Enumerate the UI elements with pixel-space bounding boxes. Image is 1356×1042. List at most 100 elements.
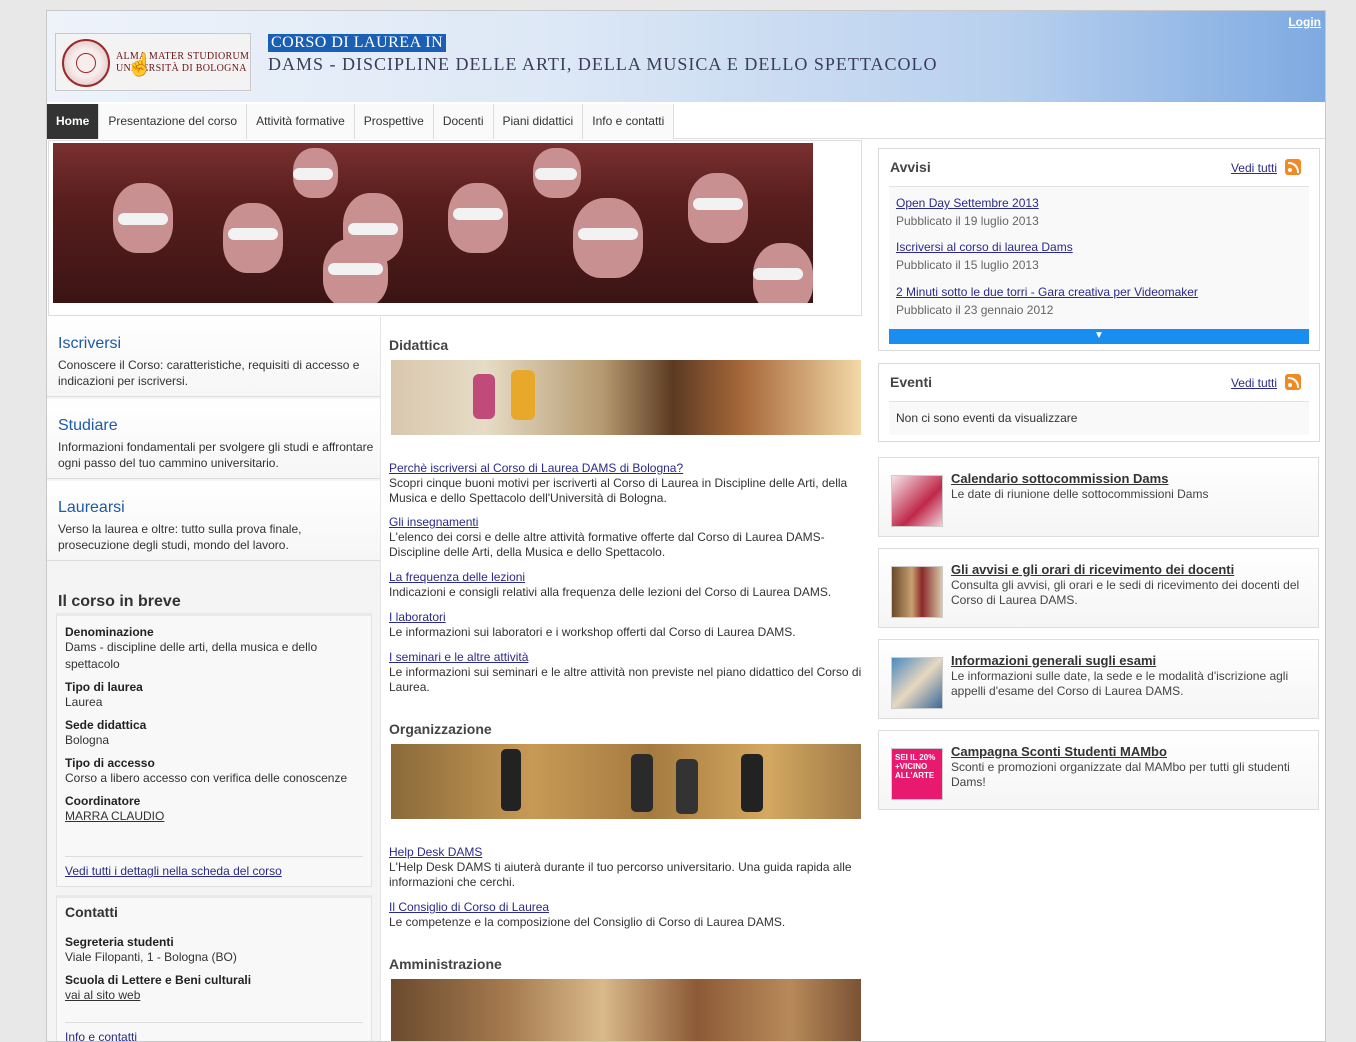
promo-title[interactable]: Laurearsi xyxy=(58,499,125,517)
promo-iscriversi[interactable]: Iscriversi Conoscere il Corso: caratteri… xyxy=(47,317,380,397)
entry-link[interactable]: Il Consiglio di Corso di Laurea xyxy=(389,900,863,915)
avviso-link[interactable]: Open Day Settembre 2013 xyxy=(896,196,1039,210)
field-label: Tipo di laurea xyxy=(65,680,143,694)
contatti-panel: Contatti Segreteria studenti Viale Filop… xyxy=(56,895,372,1041)
card-esami[interactable]: Informazioni generali sugli esami Le inf… xyxy=(878,639,1319,719)
field-label: Denominazione xyxy=(65,625,154,639)
field-label: Scuola di Lettere e Beni culturali xyxy=(65,973,252,987)
card-calendario[interactable]: Calendario sottocommission Dams Le date … xyxy=(878,457,1319,537)
course-badge: CORSO DI LAUREA IN xyxy=(268,34,447,52)
site-header: ALMA MATER STUDIORUM UNIVERSITÀ DI BOLOG… xyxy=(47,11,1325,102)
hand-cursor-icon: ☝ xyxy=(126,52,154,77)
mambo-thumb-icon: SEI IL 20% +VICINO ALL'ARTE xyxy=(891,748,943,800)
entry-link[interactable]: I laboratori xyxy=(389,610,863,625)
course-title: DAMS - DISCIPLINE DELLE ARTI, DELLA MUSI… xyxy=(268,54,938,74)
promo-laurearsi[interactable]: Laurearsi Verso la laurea e oltre: tutto… xyxy=(47,481,380,561)
didattica-entry: I laboratori Le informazioni sui laborat… xyxy=(389,610,863,640)
entry-link[interactable]: Perchè iscriversi al Corso di Laurea DAM… xyxy=(389,461,863,476)
field-value: Corso a libero accesso con verifica dell… xyxy=(65,771,348,785)
entry-link[interactable]: Gli insegnamenti xyxy=(389,515,863,530)
middle-column: Didattica Perchè iscriversi al Corso di … xyxy=(380,317,863,1041)
didattica-entry: I seminari e le altre attività Le inform… xyxy=(389,650,863,695)
hero-banner xyxy=(48,140,862,316)
entry-desc: Indicazioni e consigli relativi alla fre… xyxy=(389,585,832,599)
avviso-link[interactable]: 2 Minuti sotto le due torri - Gara creat… xyxy=(896,285,1198,299)
entry-desc: L'elenco dei corsi e delle altre attivit… xyxy=(389,530,825,559)
contatti-title: Contatti xyxy=(65,904,118,920)
entry-desc: Scopri cinque buoni motivi per iscrivert… xyxy=(389,476,848,505)
avvisi-scroll-bar[interactable]: ▼ xyxy=(889,329,1309,344)
avvisi-list: Open Day Settembre 2013 Pubblicato il 19… xyxy=(889,186,1309,330)
ricevimento-thumb-icon xyxy=(891,566,943,618)
organizzazione-entry: Il Consiglio di Corso di Laurea Le compe… xyxy=(389,900,863,930)
nav-home[interactable]: Home xyxy=(47,104,100,139)
field-value: Bologna xyxy=(65,733,110,747)
nav-docenti[interactable]: Docenti xyxy=(433,104,494,139)
card-text: Sconti e promozioni organizzate dal MAMb… xyxy=(951,760,1290,789)
university-logo[interactable]: ALMA MATER STUDIORUM UNIVERSITÀ DI BOLOG… xyxy=(55,33,251,91)
nav-info[interactable]: Info e contatti xyxy=(583,104,675,139)
entry-link[interactable]: La frequenza delle lezioni xyxy=(389,570,863,585)
entry-desc: Le informazioni sui laboratori e i works… xyxy=(389,625,796,639)
field-label: Sede didattica xyxy=(65,718,147,732)
didattica-entry: Gli insegnamenti L'elenco dei corsi e de… xyxy=(389,515,863,560)
nav-piani[interactable]: Piani didattici xyxy=(493,104,584,139)
amministrazione-image xyxy=(391,979,861,1041)
scuola-link[interactable]: vai al sito web xyxy=(65,988,140,1002)
avvisi-more-link[interactable]: Vedi tutti xyxy=(1231,161,1277,175)
promo-text: Verso la laurea e oltre: tutto sulla pro… xyxy=(58,522,302,552)
organizzazione-title: Organizzazione xyxy=(389,721,492,737)
entry-link[interactable]: I seminari e le altre attività xyxy=(389,650,863,665)
card-title[interactable]: Informazioni generali sugli esami xyxy=(951,653,1156,668)
field-value: Viale Filopanti, 1 - Bologna (BO) xyxy=(65,950,237,964)
card-text: Le date di riunione delle sottocommissio… xyxy=(951,487,1209,501)
avvisi-box: Avvisi Vedi tutti Open Day Settembre 201… xyxy=(878,148,1320,351)
promo-text: Conoscere il Corso: caratteristiche, req… xyxy=(58,358,360,388)
entry-desc: Le competenze e la composizione del Cons… xyxy=(389,915,786,929)
corso-breve-panel: Denominazione Dams - discipline delle ar… xyxy=(56,613,372,887)
entry-desc: Le informazioni sui seminari e le altre … xyxy=(389,665,862,694)
promo-title[interactable]: Iscriversi xyxy=(58,335,121,353)
rss-icon[interactable] xyxy=(1285,159,1301,175)
avviso-date: Pubblicato il 19 luglio 2013 xyxy=(896,214,1039,228)
avviso-date: Pubblicato il 23 gennaio 2012 xyxy=(896,303,1054,317)
chevron-down-icon[interactable]: ▼ xyxy=(1094,330,1104,341)
nav-presentazione[interactable]: Presentazione del corso xyxy=(99,104,248,139)
didattica-image xyxy=(391,360,861,435)
eventi-box: Eventi Vedi tutti Non ci sono eventi da … xyxy=(878,363,1320,442)
coordinatore-link[interactable]: MARRA CLAUDIO xyxy=(65,809,164,823)
eventi-more-link[interactable]: Vedi tutti xyxy=(1231,376,1277,390)
card-mambo[interactable]: SEI IL 20% +VICINO ALL'ARTE Campagna Sco… xyxy=(878,730,1319,810)
rss-icon[interactable] xyxy=(1285,374,1301,390)
corso-breve-title: Il corso in breve xyxy=(58,593,181,610)
card-ricevimento[interactable]: Gli avvisi e gli orari di ricevimento de… xyxy=(878,548,1319,628)
card-title[interactable]: Campagna Sconti Studenti MAMbo xyxy=(951,744,1167,759)
card-text: Consulta gli avvisi, gli orari e le sedi… xyxy=(951,578,1300,607)
card-title[interactable]: Gli avvisi e gli orari di ricevimento de… xyxy=(951,562,1234,577)
details-link[interactable]: Vedi tutti i dettagli nella scheda del c… xyxy=(65,864,282,878)
entry-desc: L'Help Desk DAMS ti aiuterà durante il t… xyxy=(389,860,852,889)
field-value: Dams - discipline delle arti, della musi… xyxy=(65,640,318,671)
entry-link[interactable]: Help Desk DAMS xyxy=(389,845,863,860)
didattica-entry: La frequenza delle lezioni Indicazioni e… xyxy=(389,570,863,600)
organizzazione-image xyxy=(391,744,861,819)
eventi-list: Non ci sono eventi da visualizzare xyxy=(889,401,1309,435)
avviso-link[interactable]: Iscriversi al corso di laurea Dams xyxy=(896,240,1073,254)
card-title[interactable]: Calendario sottocommission Dams xyxy=(951,471,1168,486)
main-nav: Home Presentazione del corso Attività fo… xyxy=(47,104,1325,139)
info-contatti-link[interactable]: Info e contatti xyxy=(65,1030,137,1041)
calendar-thumb-icon xyxy=(891,475,943,527)
promo-title[interactable]: Studiare xyxy=(58,417,118,435)
promo-studiare[interactable]: Studiare Informazioni fondamentali per s… xyxy=(47,399,380,479)
avvisi-title: Avvisi xyxy=(890,159,931,175)
login-link[interactable]: Login xyxy=(1288,15,1321,29)
field-value: Laurea xyxy=(65,695,103,709)
avviso-date: Pubblicato il 15 luglio 2013 xyxy=(896,258,1039,272)
amministrazione-title: Amministrazione xyxy=(389,956,502,972)
nav-attivita[interactable]: Attività formative xyxy=(247,104,355,139)
eventi-title: Eventi xyxy=(890,374,933,390)
nav-prospettive[interactable]: Prospettive xyxy=(354,104,434,139)
page: ALMA MATER STUDIORUM UNIVERSITÀ DI BOLOG… xyxy=(46,10,1326,1042)
card-text: Le informazioni sulle date, la sede e le… xyxy=(951,669,1289,698)
eventi-empty-text: Non ci sono eventi da visualizzare xyxy=(896,411,1078,425)
